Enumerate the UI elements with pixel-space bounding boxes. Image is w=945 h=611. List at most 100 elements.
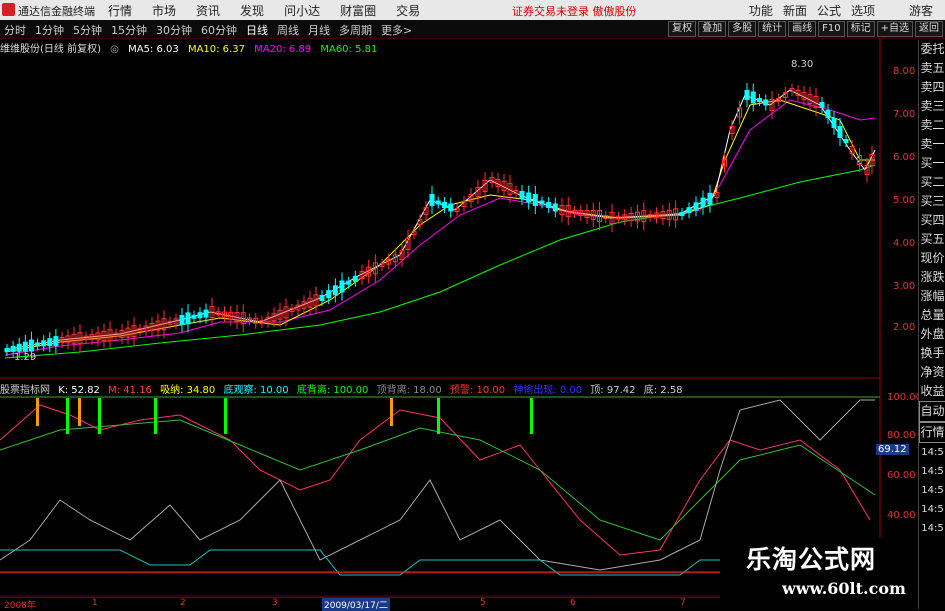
side-eps: 收益 xyxy=(920,384,945,398)
price-tick: 4.00 xyxy=(893,238,916,249)
candle-body xyxy=(429,194,435,206)
candle-body xyxy=(47,338,53,347)
kline-chart[interactable] xyxy=(0,0,945,609)
candle-body xyxy=(16,343,22,352)
signal-bar xyxy=(154,398,157,434)
price-tick: 8.00 xyxy=(893,66,916,77)
side-sell1: 卖一 xyxy=(920,137,945,151)
signal-bar xyxy=(530,398,533,434)
candle-body xyxy=(519,191,525,199)
ind-absorb: 吸纳: 34.80 xyxy=(160,385,216,396)
ind-k-line xyxy=(0,404,871,556)
side-quotes[interactable]: 行情 xyxy=(919,422,945,443)
candle-body xyxy=(352,275,358,282)
side-outer: 外盘 xyxy=(920,327,945,341)
ind-top-div: 顶背离: 18.00 xyxy=(376,385,442,396)
signal-bar xyxy=(224,398,227,434)
ind-m-line xyxy=(0,419,876,541)
candle-body xyxy=(552,203,558,212)
side-buy4: 买四 xyxy=(920,213,945,227)
date-label: 1 xyxy=(92,598,98,608)
signal-bar xyxy=(78,398,81,426)
indicator-info-bar: 股票指标网 K: 52.82 M: 41.16 吸纳: 34.80 底观察: 1… xyxy=(0,381,880,396)
price-tick: 7.00 xyxy=(893,109,916,120)
ind-k: K: 52.82 xyxy=(58,385,100,396)
side-change: 涨跌 xyxy=(920,270,945,284)
candle-body xyxy=(203,309,209,318)
side-time: 14:5 xyxy=(921,447,944,458)
price-tick: 6.00 xyxy=(893,152,916,163)
signal-bar xyxy=(66,398,69,434)
ind-alert: 预警: 10.00 xyxy=(449,385,506,396)
side-sell2: 卖二 xyxy=(920,118,945,132)
ind-top: 顶: 97.42 xyxy=(590,385,636,396)
candle-body xyxy=(35,342,41,347)
candle-body xyxy=(546,202,552,208)
candle-body xyxy=(319,295,325,301)
candle-body xyxy=(28,339,34,352)
low-price-label: 1.29 xyxy=(14,352,37,363)
date-label: 3 xyxy=(272,598,278,608)
side-auto[interactable]: 自动 xyxy=(919,401,945,422)
candle-body xyxy=(22,341,28,352)
side-sell5: 卖五 xyxy=(920,61,945,75)
candle-body xyxy=(185,312,191,325)
candle-body xyxy=(539,200,545,205)
signal-bar xyxy=(390,398,393,426)
candle-body xyxy=(693,202,699,211)
candle-body xyxy=(526,192,532,203)
candle-body xyxy=(435,200,441,205)
indicator-name[interactable]: 股票指标网 xyxy=(0,385,50,396)
candle-body xyxy=(837,126,843,138)
signal-bar xyxy=(98,398,101,434)
ind-bottom-div: 底背离: 100.00 xyxy=(296,385,369,396)
candle-body xyxy=(532,194,538,206)
side-sell4: 卖四 xyxy=(920,80,945,94)
side-turnover: 换手 xyxy=(920,346,945,360)
candle-body xyxy=(4,348,10,352)
candle-body xyxy=(346,280,352,285)
ind-tick: 100.00 xyxy=(887,392,922,403)
candle-body xyxy=(763,99,769,106)
ma5-line xyxy=(4,89,876,351)
candle-body xyxy=(686,207,692,214)
candle-body xyxy=(448,203,454,212)
ind-tick: 80.00 xyxy=(887,430,916,441)
ma20-line xyxy=(4,99,876,356)
candle-body xyxy=(10,345,16,352)
ma10-line xyxy=(4,99,875,353)
price-tick: 5.00 xyxy=(893,195,916,206)
side-entrust[interactable]: 委托 xyxy=(919,40,945,59)
candle-body xyxy=(819,102,825,108)
date-label: 5 xyxy=(480,598,486,608)
side-time: 14:5 xyxy=(921,485,944,496)
side-buy1: 买一 xyxy=(920,156,945,170)
side-volume: 总量 xyxy=(920,308,945,322)
ind-bottom: 底: 2.58 xyxy=(643,385,683,396)
side-time: 14:5 xyxy=(921,523,944,534)
date-label: 2008年 xyxy=(4,601,36,611)
watermark-url: www.60lt.com xyxy=(782,579,906,598)
candle-body xyxy=(825,110,831,118)
date-label: 6 xyxy=(570,598,576,608)
signal-bar xyxy=(437,398,440,434)
candle-body xyxy=(197,312,203,319)
candle-body xyxy=(339,280,345,293)
side-price: 现价 xyxy=(920,251,945,265)
quote-side-panel: 委托 卖五 卖四 卖三 卖二 卖一 买一 买二 买三 买四 买五 现价 涨跌 涨… xyxy=(918,40,945,609)
candle-body xyxy=(191,314,197,319)
candle-body xyxy=(41,340,47,347)
side-change-pct: 涨幅 xyxy=(920,289,945,303)
date-label: 7 xyxy=(680,598,686,608)
side-time: 14:5 xyxy=(921,466,944,477)
candle-body xyxy=(700,197,706,208)
price-tick: 2.00 xyxy=(893,322,916,333)
candle-body xyxy=(750,91,756,104)
watermark-title: 乐淘公式网 xyxy=(746,545,877,574)
ind-bottom-watch: 底观察: 10.00 xyxy=(223,385,289,396)
price-tick: 3.00 xyxy=(893,281,916,292)
signal-bar xyxy=(36,398,39,426)
ind-m: M: 41.16 xyxy=(108,385,152,396)
ind-value-tag: 69.12 xyxy=(876,444,909,455)
candle-body xyxy=(843,139,849,143)
